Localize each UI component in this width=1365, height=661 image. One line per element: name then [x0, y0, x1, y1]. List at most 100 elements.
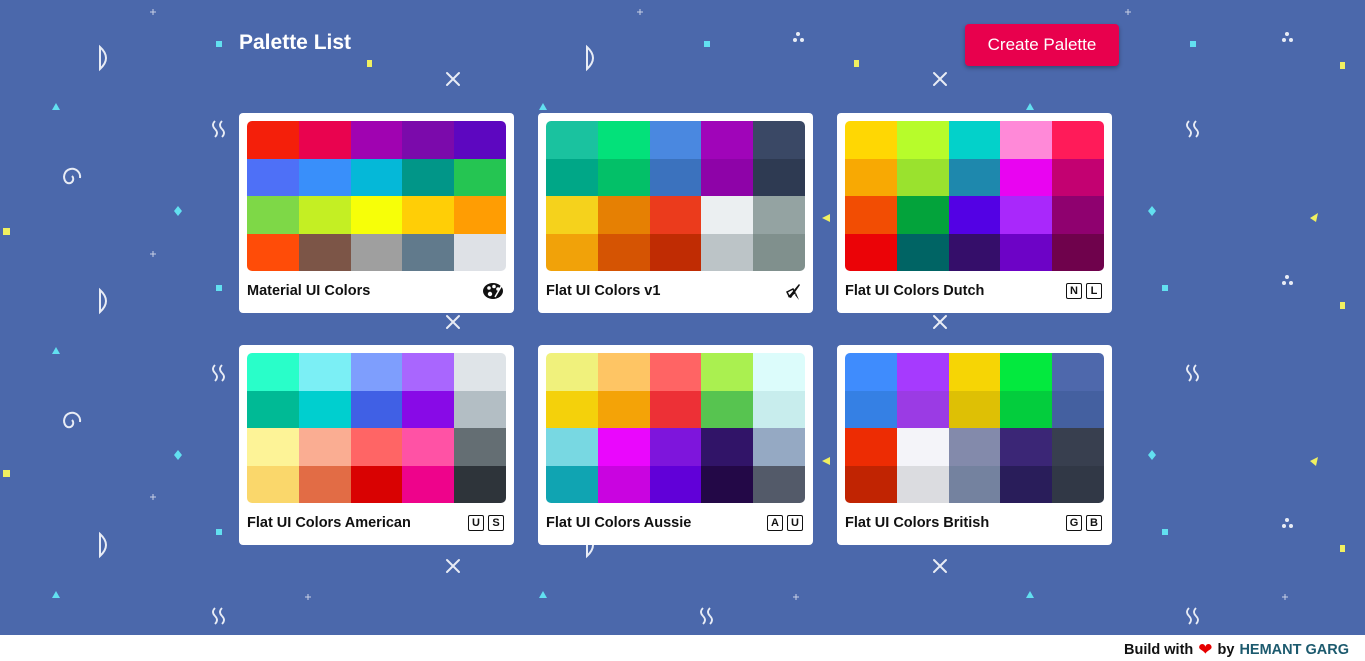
- color-swatch: [247, 465, 299, 503]
- palette-icon: [482, 281, 504, 301]
- color-swatch: [454, 233, 506, 271]
- color-swatch: [350, 390, 403, 428]
- flag-letter-icon: L: [1086, 283, 1102, 299]
- page-background: Palette List Create Palette Material UI …: [0, 0, 1365, 635]
- color-swatch: [649, 233, 702, 271]
- color-swatch: [1000, 196, 1053, 234]
- flag-letter-icon: U: [468, 515, 484, 531]
- color-swatch: [402, 121, 455, 159]
- flag-icon: GB: [1066, 515, 1102, 531]
- color-swatch: [701, 233, 754, 271]
- color-swatch: [546, 465, 598, 503]
- color-swatch: [402, 465, 455, 503]
- color-swatch: [1000, 121, 1053, 159]
- footer: Build with ❤ by HEMANT GARG: [0, 635, 1365, 661]
- color-swatch: [546, 353, 598, 391]
- color-swatch: [1000, 428, 1053, 466]
- palette-swatches: [845, 121, 1104, 271]
- color-swatch: [753, 465, 805, 503]
- palette-name: Flat UI Colors Aussie: [546, 515, 692, 531]
- color-swatch: [753, 390, 805, 428]
- color-swatch: [454, 353, 506, 391]
- color-swatch: [546, 121, 598, 159]
- create-palette-button[interactable]: Create Palette: [965, 24, 1119, 66]
- color-swatch: [701, 390, 754, 428]
- color-swatch: [753, 233, 805, 271]
- palette-grid: Material UI Colors Flat UI Colors v1 Flat …: [239, 113, 1113, 545]
- palette-swatches: [247, 121, 506, 271]
- color-swatch: [649, 428, 702, 466]
- color-swatch: [1052, 465, 1104, 503]
- color-swatch: [402, 196, 455, 234]
- color-swatch: [298, 428, 351, 466]
- color-swatch: [896, 121, 949, 159]
- color-swatch: [597, 233, 650, 271]
- color-swatch: [597, 196, 650, 234]
- color-swatch: [948, 121, 1001, 159]
- color-swatch: [350, 353, 403, 391]
- palette-card-footer: Flat UI Colors Aussie A U: [546, 513, 803, 533]
- color-swatch: [597, 465, 650, 503]
- color-swatch: [1052, 390, 1104, 428]
- color-swatch: [1052, 353, 1104, 391]
- footer-by: by: [1217, 641, 1235, 658]
- color-swatch: [1052, 428, 1104, 466]
- flag-letter-icon: G: [1066, 515, 1082, 531]
- color-swatch: [298, 233, 351, 271]
- color-swatch: [402, 428, 455, 466]
- color-swatch: [896, 233, 949, 271]
- color-swatch: [948, 390, 1001, 428]
- flag-letter-icon: S: [488, 515, 504, 531]
- color-swatch: [948, 353, 1001, 391]
- color-swatch: [845, 390, 897, 428]
- color-swatch: [896, 465, 949, 503]
- footer-prefix: Build with: [1124, 641, 1194, 658]
- color-swatch: [845, 465, 897, 503]
- palette-card[interactable]: Flat UI Colors Dutch N L: [837, 113, 1112, 313]
- color-swatch: [753, 121, 805, 159]
- color-swatch: [298, 196, 351, 234]
- color-swatch: [247, 353, 299, 391]
- author-link[interactable]: HEMANT GARG: [1239, 642, 1349, 658]
- palette-card-footer: Material UI Colors: [247, 281, 504, 301]
- color-swatch: [701, 465, 754, 503]
- color-swatch: [546, 196, 598, 234]
- color-swatch: [454, 390, 506, 428]
- color-swatch: [1052, 121, 1104, 159]
- palette-card[interactable]: Flat UI Colors British G B: [837, 345, 1112, 545]
- color-swatch: [701, 196, 754, 234]
- flag-letter-icon: A: [767, 515, 783, 531]
- color-swatch: [298, 465, 351, 503]
- flag-icon: US: [468, 515, 504, 531]
- color-swatch: [247, 233, 299, 271]
- flag-icon: AU: [767, 515, 803, 531]
- color-swatch: [649, 465, 702, 503]
- color-swatch: [701, 121, 754, 159]
- color-swatch: [649, 390, 702, 428]
- palette-name: Flat UI Colors British: [845, 515, 990, 531]
- color-swatch: [247, 428, 299, 466]
- color-swatch: [1000, 233, 1053, 271]
- color-swatch: [402, 353, 455, 391]
- color-swatch: [649, 196, 702, 234]
- palette-swatches: [845, 353, 1104, 503]
- color-swatch: [649, 121, 702, 159]
- palette-name: Flat UI Colors American: [247, 515, 411, 531]
- color-swatch: [298, 390, 351, 428]
- color-swatch: [896, 158, 949, 196]
- page-title: Palette List: [239, 31, 352, 54]
- color-swatch: [546, 158, 598, 196]
- color-swatch: [948, 196, 1001, 234]
- flag-letter-icon: B: [1086, 515, 1102, 531]
- palette-card[interactable]: Flat UI Colors v1: [538, 113, 813, 313]
- color-swatch: [597, 428, 650, 466]
- color-swatch: [1000, 390, 1053, 428]
- color-swatch: [896, 353, 949, 391]
- color-swatch: [454, 465, 506, 503]
- palette-swatches: [546, 121, 805, 271]
- palette-card[interactable]: Flat UI Colors Aussie A U: [538, 345, 813, 545]
- palette-card-footer: Flat UI Colors British G B: [845, 513, 1102, 533]
- palette-card[interactable]: Flat UI Colors American U S: [239, 345, 514, 545]
- palette-card[interactable]: Material UI Colors: [239, 113, 514, 313]
- palette-name: Flat UI Colors v1: [546, 283, 661, 299]
